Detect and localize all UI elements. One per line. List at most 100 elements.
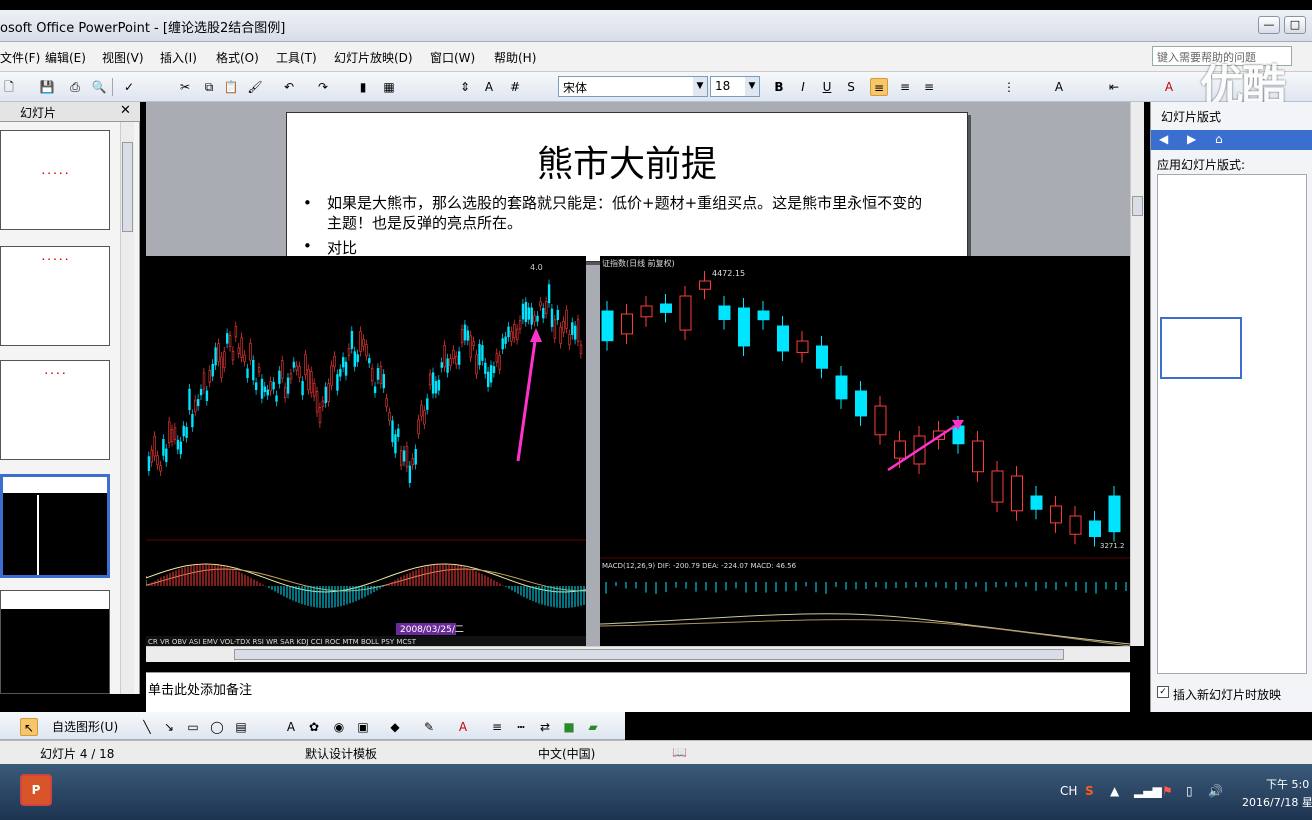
3d-style-icon[interactable]: ▰ [584, 718, 602, 736]
clock-date[interactable]: 2016/7/18 星 [1242, 794, 1312, 810]
slide-thumbnail-5[interactable] [0, 590, 110, 694]
clock-time[interactable]: 下午 5:0 [1266, 776, 1309, 792]
right-candlestick-chart[interactable]: 证指数(日线 前复权) 4472.15 3271.2 MACD(12,26,9)… [600, 256, 1130, 646]
slide-bullet-2[interactable]: • 对比 [303, 237, 357, 258]
arrow-icon[interactable]: ↘ [160, 718, 178, 736]
input-language[interactable]: CH [1060, 784, 1077, 798]
spelling-icon[interactable]: ✓ [120, 78, 138, 96]
rectangle-icon[interactable]: ▭ [184, 718, 202, 736]
menu-tools[interactable]: 工具(T) [276, 49, 317, 66]
minimize-button[interactable]: — [1258, 16, 1280, 34]
print-icon[interactable]: ⎙ [66, 78, 84, 96]
align-center-icon[interactable]: ≡ [896, 78, 914, 96]
bold-icon[interactable]: B [770, 78, 788, 96]
arrow-style-icon[interactable]: ⇄ [536, 718, 554, 736]
scroll-thumb[interactable] [234, 649, 1064, 660]
home-icon[interactable]: ⌂ [1215, 132, 1223, 146]
tray-expand-icon[interactable]: ▲ [1110, 784, 1119, 798]
close-icon[interactable]: ✕ [120, 103, 131, 118]
design-template[interactable]: 默认设计模板 [305, 745, 377, 762]
menu-insert[interactable]: 插入(I) [160, 49, 197, 66]
font-color-icon[interactable]: A [454, 718, 472, 736]
line-icon[interactable]: ╲ [138, 718, 156, 736]
menu-help[interactable]: 帮助(H) [494, 49, 536, 66]
line-color-icon[interactable]: ✎ [420, 718, 438, 736]
align-left-icon[interactable]: ≡ [870, 78, 888, 96]
menu-slideshow[interactable]: 幻灯片放映(D) [334, 49, 413, 66]
layout-blank[interactable] [1160, 317, 1242, 379]
slide-bullet-1[interactable]: • 如果是大熊市，那么选股的套路就只能是：低价+题材+重组买点。这是熊市里永恒不变… [303, 193, 927, 233]
select-pointer-icon[interactable]: ↖ [20, 718, 38, 736]
slide-title[interactable]: 熊市大前提 [287, 135, 967, 187]
cut-icon[interactable]: ✂ [176, 78, 194, 96]
undo-icon[interactable]: ↶ [280, 78, 298, 96]
volume-icon[interactable]: 🔊 [1208, 784, 1223, 798]
sogou-ime-icon[interactable]: S [1085, 784, 1094, 798]
italic-icon[interactable]: I [794, 78, 812, 96]
device-icon[interactable]: ▯ [1186, 784, 1193, 798]
table-icon[interactable]: ▦ [380, 78, 398, 96]
grow-font-icon[interactable]: A [1050, 78, 1068, 96]
font-size-combo[interactable]: 18 ▼ [710, 76, 760, 97]
shadow-style-icon[interactable]: ■ [560, 718, 578, 736]
network-icon[interactable]: ▂▄▆ [1134, 784, 1162, 798]
wordart-icon[interactable]: A [282, 718, 300, 736]
picture-icon[interactable]: ▣ [354, 718, 372, 736]
notes-placeholder[interactable]: 单击此处添加备注 [148, 679, 252, 698]
left-candlestick-chart[interactable]: 4.0 2008/03/25/二 CR VR OBV ASI EMV VOL-T… [146, 256, 586, 646]
paste-icon[interactable]: 📋 [222, 78, 240, 96]
clipart-icon[interactable]: ◉ [330, 718, 348, 736]
show-on-insert-checkbox[interactable]: ✓ [1157, 686, 1169, 698]
slide-canvas[interactable]: 熊市大前提 • 如果是大熊市，那么选股的套路就只能是：低价+题材+重组买点。这是熊… [286, 112, 968, 262]
copy-icon[interactable]: ⧉ [200, 78, 218, 96]
grid-icon[interactable]: # [506, 78, 524, 96]
candle [446, 358, 449, 373]
chevron-down-icon[interactable]: ▼ [745, 77, 759, 96]
maximize-button[interactable]: □ [1284, 16, 1306, 34]
chevron-down-icon[interactable]: ▼ [693, 77, 707, 96]
print-preview-icon[interactable]: 🔍 [90, 78, 108, 96]
menu-edit[interactable]: 编辑(E) [45, 49, 86, 66]
shadow-icon[interactable]: S [842, 78, 860, 96]
slide-thumbnail-2[interactable]: · · · · · [0, 246, 110, 346]
slide-thumbnail-1[interactable]: · · · · · [0, 130, 110, 230]
format-painter-icon[interactable]: 🖌 [246, 78, 264, 96]
powerpoint-taskbar-icon[interactable]: P [20, 774, 52, 806]
menu-view[interactable]: 视图(V) [102, 49, 144, 66]
notes-pane[interactable]: 单击此处添加备注 [146, 672, 1130, 712]
editor-vertical-scrollbar[interactable] [1130, 102, 1144, 646]
back-icon[interactable]: ◀ [1159, 132, 1168, 146]
new-icon[interactable]: 🗋 [0, 78, 18, 96]
numbering-icon[interactable]: ⋮ [1000, 78, 1018, 96]
tab-slides[interactable]: 幻灯片 [20, 104, 56, 121]
oval-icon[interactable]: ◯ [208, 718, 226, 736]
editor-horizontal-scrollbar[interactable] [146, 646, 1130, 662]
menu-format[interactable]: 格式(O) [216, 49, 259, 66]
menu-window[interactable]: 窗口(W) [430, 49, 475, 66]
font-name-combo[interactable]: 宋体 ▼ [558, 76, 708, 97]
chart-icon[interactable]: ▮ [354, 78, 372, 96]
underline-icon[interactable]: U [818, 78, 836, 96]
align-right-icon[interactable]: ≡ [920, 78, 938, 96]
show-format-icon[interactable]: A [480, 78, 498, 96]
indent-icon[interactable]: ⇤ [1105, 78, 1123, 96]
line-style-icon[interactable]: ≡ [488, 718, 506, 736]
forward-icon[interactable]: ▶ [1187, 132, 1196, 146]
slide-thumbnail-4[interactable] [0, 474, 110, 578]
autoshapes-menu[interactable]: 自选图形(U) [52, 718, 118, 735]
menu-file[interactable]: 文件(F) [0, 49, 40, 66]
textbox-icon[interactable]: ▤ [232, 718, 250, 736]
diagram-icon[interactable]: ✿ [305, 718, 323, 736]
fill-color-icon[interactable]: ◆ [386, 718, 404, 736]
save-icon[interactable]: 💾 [38, 78, 56, 96]
scroll-thumb[interactable] [122, 142, 133, 232]
slides-pane-scrollbar[interactable] [120, 122, 134, 694]
scroll-thumb[interactable] [1132, 196, 1143, 216]
dash-style-icon[interactable]: ┅ [512, 718, 530, 736]
flag-icon[interactable]: ⚑ [1162, 784, 1173, 798]
slide-thumbnail-3[interactable]: · · · · [0, 360, 110, 460]
expand-icon[interactable]: ⇕ [456, 78, 474, 96]
indicator-row[interactable]: CR VR OBV ASI EMV VOL-TDX RSI WR SAR KDJ… [148, 638, 417, 646]
redo-icon[interactable]: ↷ [314, 78, 332, 96]
font-color-icon[interactable]: A [1160, 78, 1178, 96]
